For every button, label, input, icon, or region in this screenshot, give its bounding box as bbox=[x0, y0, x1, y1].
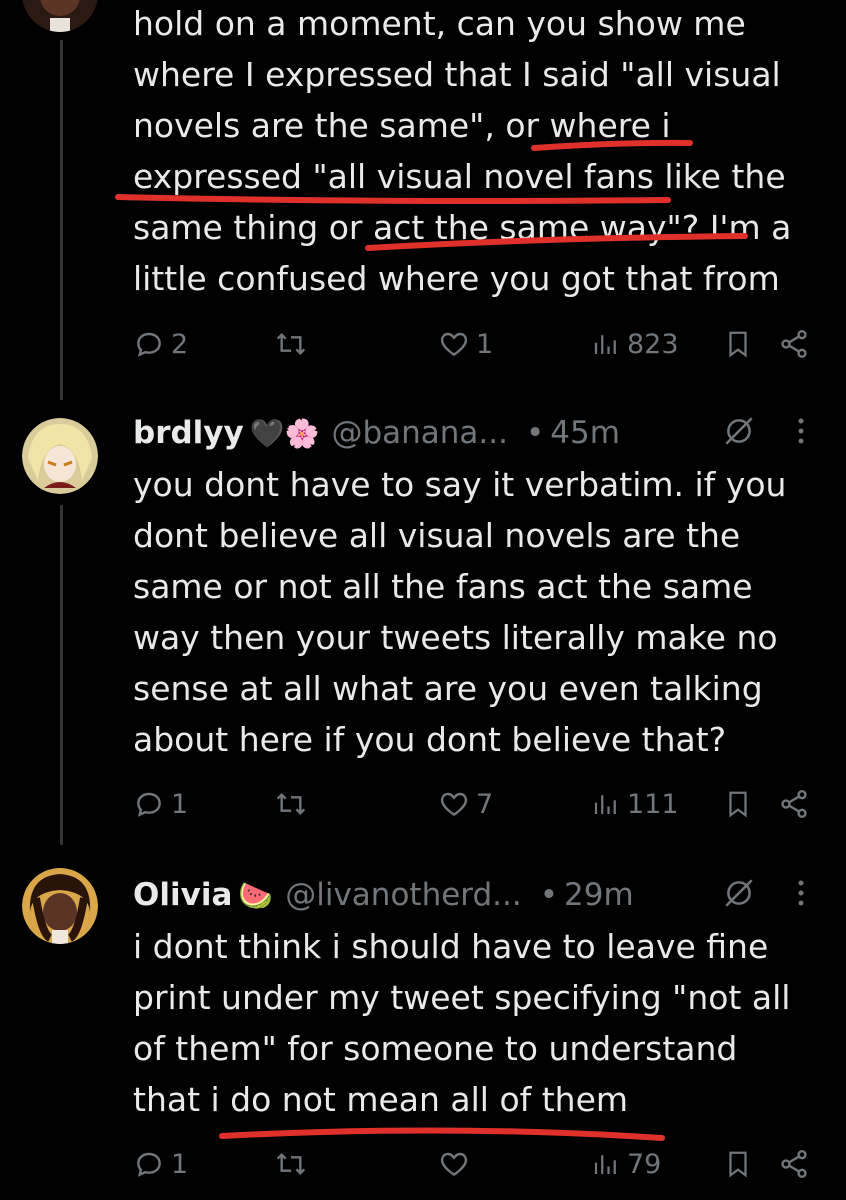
bookmark-button[interactable] bbox=[723, 781, 753, 827]
tweet-header: Olivia 🍉 @livanotherd... • 29m bbox=[133, 872, 634, 918]
share-icon bbox=[781, 330, 807, 358]
views-count: 823 bbox=[627, 328, 679, 360]
avatar-brdlyy[interactable] bbox=[22, 418, 98, 494]
views-icon bbox=[594, 335, 616, 354]
share-icon bbox=[781, 1150, 807, 1178]
bookmark-button[interactable] bbox=[723, 321, 753, 367]
reply-button[interactable]: 2 bbox=[133, 321, 188, 367]
tweet-header-icons bbox=[722, 876, 806, 910]
reply-count: 1 bbox=[171, 788, 189, 820]
thread-line bbox=[60, 505, 63, 845]
reply-icon bbox=[137, 1152, 161, 1177]
name-emoji: 🖤🌸 bbox=[249, 416, 320, 450]
share-button[interactable] bbox=[778, 1141, 810, 1187]
reply-count: 1 bbox=[171, 1148, 189, 1180]
reply-button[interactable]: 1 bbox=[133, 781, 188, 827]
like-icon bbox=[440, 332, 468, 357]
tweet-text: i dont think i should have to leave fine… bbox=[133, 927, 791, 1119]
views-count: 111 bbox=[627, 788, 679, 820]
reply-icon bbox=[137, 792, 161, 817]
like-count: 7 bbox=[476, 788, 494, 820]
handle[interactable]: @banana... bbox=[331, 415, 508, 451]
share-icon bbox=[781, 790, 807, 818]
views-button[interactable]: 111 bbox=[591, 781, 679, 827]
tweet-actions: 1 7 111 bbox=[133, 781, 813, 827]
reply-count: 2 bbox=[171, 328, 189, 360]
tweet-text: hold on a moment, can you show me where … bbox=[133, 4, 792, 298]
views-button[interactable]: 823 bbox=[591, 321, 679, 367]
bookmark-icon bbox=[729, 1151, 747, 1178]
like-icon bbox=[440, 1152, 468, 1177]
share-button[interactable] bbox=[778, 781, 810, 827]
avatar-olivia[interactable] bbox=[22, 0, 98, 32]
tweet-header: brdlyy 🖤🌸 @banana... • 45m bbox=[133, 410, 620, 456]
reply-button[interactable]: 1 bbox=[133, 1141, 188, 1187]
views-icon bbox=[594, 795, 616, 814]
tweet-actions: 2 1 823 bbox=[133, 321, 813, 367]
grok-icon[interactable] bbox=[722, 414, 756, 448]
retweet-button[interactable] bbox=[273, 321, 315, 367]
grok-icon[interactable] bbox=[722, 876, 756, 910]
retweet-icon bbox=[276, 792, 306, 816]
timestamp[interactable]: 29m bbox=[564, 877, 634, 913]
like-icon bbox=[440, 792, 468, 817]
more-icon[interactable] bbox=[796, 416, 806, 446]
bookmark-icon bbox=[729, 791, 747, 818]
retweet-icon bbox=[276, 332, 306, 356]
display-name[interactable]: brdlyy bbox=[133, 415, 244, 451]
like-button[interactable]: 7 bbox=[438, 781, 493, 827]
tweet-header-icons bbox=[722, 414, 806, 448]
views-count: 79 bbox=[627, 1148, 662, 1180]
display-name[interactable]: Olivia bbox=[133, 877, 232, 913]
bookmark-icon bbox=[729, 331, 747, 358]
retweet-button[interactable] bbox=[273, 1141, 315, 1187]
timestamp[interactable]: 45m bbox=[550, 415, 620, 451]
annotation-underline bbox=[219, 1127, 665, 1141]
like-button[interactable]: 1 bbox=[438, 321, 493, 367]
retweet-icon bbox=[276, 1152, 306, 1176]
more-icon[interactable] bbox=[796, 878, 806, 908]
share-button[interactable] bbox=[778, 321, 810, 367]
thread-line bbox=[60, 40, 63, 400]
retweet-button[interactable] bbox=[273, 781, 315, 827]
like-count: 1 bbox=[476, 328, 494, 360]
reply-icon bbox=[137, 332, 161, 357]
tweet-actions: 1 79 bbox=[133, 1141, 813, 1187]
separator-dot: • bbox=[525, 415, 545, 451]
handle[interactable]: @livanotherd... bbox=[285, 877, 522, 913]
like-button[interactable] bbox=[438, 1141, 476, 1187]
separator-dot: • bbox=[539, 877, 559, 913]
views-button[interactable]: 79 bbox=[591, 1141, 661, 1187]
avatar-olivia[interactable] bbox=[22, 868, 98, 944]
tweet-text: you dont have to say it verbatim. if you… bbox=[133, 465, 787, 759]
name-emoji: 🍉 bbox=[238, 878, 274, 912]
views-icon bbox=[594, 1155, 616, 1174]
bookmark-button[interactable] bbox=[723, 1141, 753, 1187]
